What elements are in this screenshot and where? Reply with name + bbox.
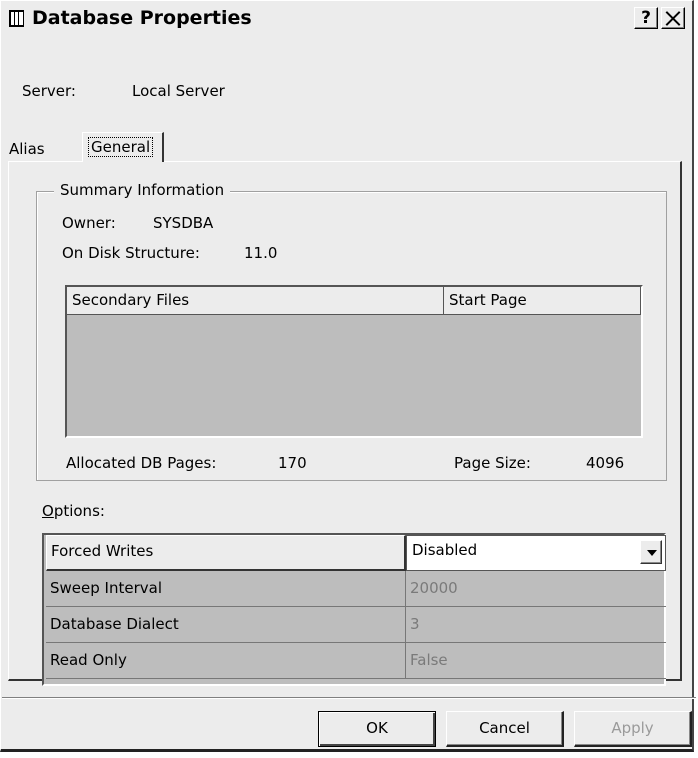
option-row-sweep-interval[interactable]: Sweep Interval 20000 <box>46 571 666 607</box>
dialog-title: Database Properties <box>32 7 252 29</box>
option-value[interactable]: False <box>406 643 666 679</box>
column-header-secondary-files[interactable]: Secondary Files <box>67 287 444 315</box>
tab-alias[interactable]: Alias <box>9 140 45 158</box>
page-size-label: Page Size: <box>454 454 531 472</box>
server-value: Local Server <box>132 82 225 100</box>
close-icon <box>665 11 681 25</box>
ok-button-label: OK <box>366 719 388 737</box>
title-bar[interactable]: Database Properties ? <box>4 4 689 32</box>
summary-legend: Summary Information <box>54 181 231 199</box>
allocated-pages-label: Allocated DB Pages: <box>66 454 217 472</box>
options-grid: Forced Writes Disabled Sweep Interval 20… <box>42 533 666 686</box>
option-value[interactable]: 3 <box>406 607 666 643</box>
database-icon <box>9 10 24 27</box>
cancel-button-label: Cancel <box>479 719 530 737</box>
option-row-database-dialect[interactable]: Database Dialect 3 <box>46 607 666 643</box>
forced-writes-value: Disabled <box>412 541 478 559</box>
option-value[interactable]: 20000 <box>406 571 666 607</box>
list-header: Secondary Files Start Page <box>67 287 641 315</box>
column-header-start-page[interactable]: Start Page <box>444 287 641 315</box>
apply-button[interactable]: Apply <box>574 711 692 747</box>
close-button[interactable] <box>661 7 685 29</box>
owner-label: Owner: <box>62 214 116 232</box>
option-name: Sweep Interval <box>46 571 406 607</box>
apply-button-label: Apply <box>611 719 654 737</box>
option-row-forced-writes[interactable]: Forced Writes Disabled <box>46 535 666 571</box>
option-name: Database Dialect <box>46 607 406 643</box>
options-label: Options: <box>42 502 105 520</box>
ok-button[interactable]: OK <box>318 711 436 747</box>
owner-value: SYSDBA <box>153 214 214 232</box>
chevron-down-icon[interactable] <box>640 540 662 564</box>
forced-writes-select[interactable]: Disabled <box>406 535 666 571</box>
help-button[interactable]: ? <box>634 7 658 29</box>
tab-general-label: General <box>88 137 154 157</box>
page-size-value: 4096 <box>586 454 625 472</box>
option-name: Forced Writes <box>46 535 406 571</box>
ods-value: 11.0 <box>244 244 278 262</box>
option-name: Read Only <box>46 643 406 679</box>
allocated-pages-value: 170 <box>278 454 307 472</box>
tab-general[interactable]: General <box>82 132 164 162</box>
option-row-read-only[interactable]: Read Only False <box>46 643 666 679</box>
server-label: Server: <box>22 82 76 100</box>
ods-label: On Disk Structure: <box>62 244 200 262</box>
cancel-button[interactable]: Cancel <box>446 711 564 747</box>
options-label-mnemonic: O <box>42 502 54 520</box>
secondary-files-list[interactable]: Secondary Files Start Page <box>65 285 643 438</box>
footer-divider <box>2 697 696 699</box>
options-label-rest: ptions: <box>53 502 105 520</box>
